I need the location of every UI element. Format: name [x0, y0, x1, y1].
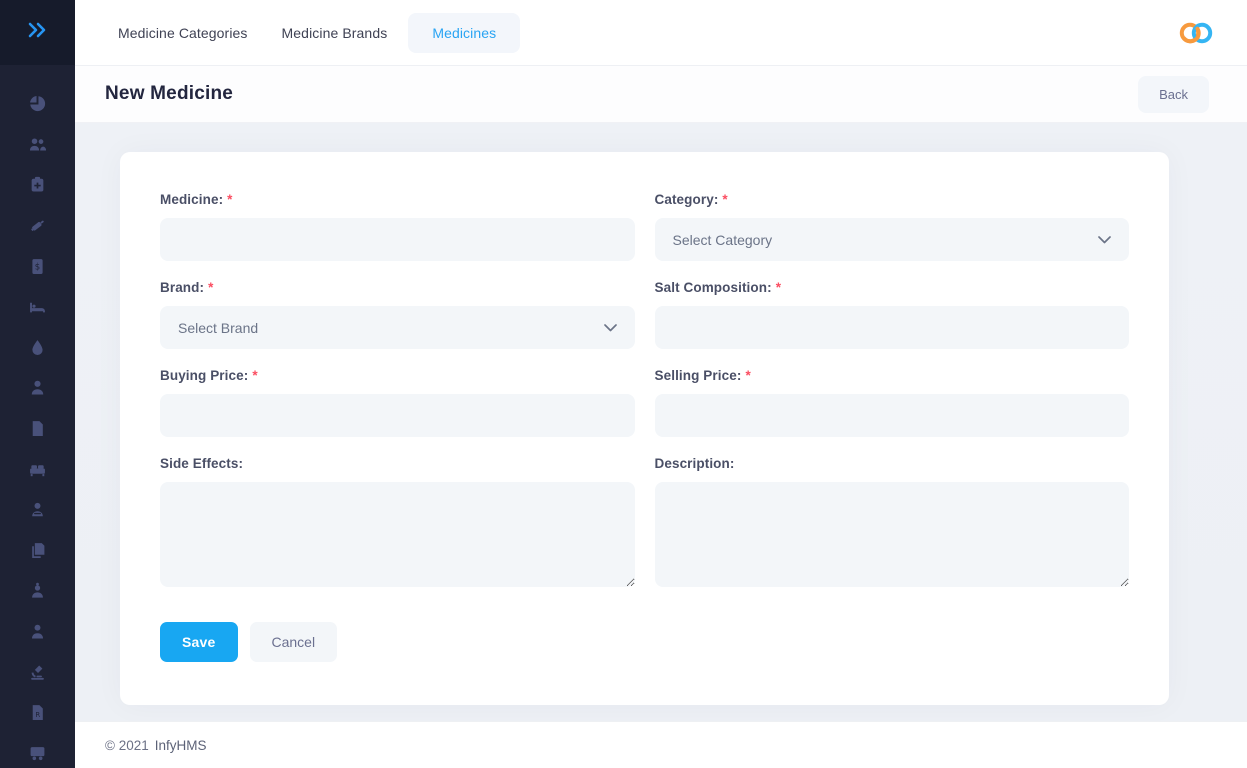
sidebar-item-pie-chart[interactable]	[0, 86, 75, 127]
field-selling-price: Selling Price:*	[655, 368, 1130, 437]
chevrons-right-icon	[27, 21, 49, 44]
category-label: Category:*	[655, 192, 1130, 207]
sidebar-item-medical-clipboard[interactable]	[0, 167, 75, 208]
sidebar-item-blood-drop[interactable]	[0, 330, 75, 371]
prescription-file-icon: R	[29, 704, 46, 726]
doctor-icon	[29, 582, 46, 604]
svg-text:$: $	[35, 262, 40, 272]
required-asterisk: *	[208, 280, 213, 295]
category-select[interactable]: Select Category	[655, 218, 1130, 261]
sidebar-item-doctor[interactable]	[0, 573, 75, 614]
beds-icon	[29, 461, 46, 483]
required-asterisk: *	[227, 192, 232, 207]
category-select-value: Select Category	[673, 232, 773, 248]
medical-clipboard-icon	[29, 176, 46, 198]
brand-select[interactable]: Select Brand	[160, 306, 635, 349]
user-glasses-icon	[29, 501, 46, 523]
blood-drop-icon	[29, 339, 46, 361]
medicine-label: Medicine:*	[160, 192, 635, 207]
ambulance-icon	[29, 745, 46, 767]
sidebar-item-document[interactable]	[0, 411, 75, 452]
sidebar-menu: $R	[0, 65, 75, 768]
buying-price-input[interactable]	[160, 394, 635, 437]
pie-chart-icon	[29, 95, 46, 117]
page-footer: © 2021 InfyHMS	[75, 721, 1247, 768]
side-effects-textarea[interactable]	[160, 482, 635, 587]
selling-price-input[interactable]	[655, 394, 1130, 437]
required-asterisk: *	[722, 192, 727, 207]
field-brand: Brand:* Select Brand	[160, 280, 635, 349]
syringe-icon	[29, 217, 46, 239]
module-tabs: Medicine Categories Medicine Brands Medi…	[105, 13, 520, 53]
infyom-logo[interactable]	[1175, 19, 1217, 47]
field-side-effects: Side Effects:	[160, 456, 635, 587]
field-medicine: Medicine:*	[160, 192, 635, 261]
brand-name: InfyHMS	[155, 738, 207, 753]
document-icon	[29, 420, 46, 442]
field-buying-price: Buying Price:*	[160, 368, 635, 437]
sidebar-item-prescription-file[interactable]: R	[0, 695, 75, 736]
medicine-input[interactable]	[160, 218, 635, 261]
sidebar-item-bill[interactable]: $	[0, 248, 75, 289]
app-window: $R Medicine Categories Medicine Brands M…	[0, 0, 1247, 768]
microscope-icon	[29, 664, 46, 686]
content-area: Medicine:* Category:* Select Category Br…	[75, 123, 1247, 721]
sidebar-item-ambulance[interactable]	[0, 736, 75, 768]
page-header: New Medicine Back	[75, 66, 1247, 123]
selling-price-label: Selling Price:*	[655, 368, 1130, 383]
buying-price-label: Buying Price:*	[160, 368, 635, 383]
bed-icon	[29, 298, 46, 320]
tab-medicine-categories[interactable]: Medicine Categories	[105, 14, 261, 52]
patient-icon	[29, 379, 46, 401]
sidebar-item-user[interactable]	[0, 614, 75, 655]
documents-icon	[29, 542, 46, 564]
brand-select-value: Select Brand	[178, 320, 258, 336]
sidebar-item-beds[interactable]	[0, 451, 75, 492]
back-button[interactable]: Back	[1138, 76, 1209, 113]
form-grid: Medicine:* Category:* Select Category Br…	[160, 192, 1129, 606]
tab-medicines[interactable]: Medicines	[408, 13, 520, 53]
salt-composition-label: Salt Composition:*	[655, 280, 1130, 295]
side-effects-label: Side Effects:	[160, 456, 635, 471]
sidebar: $R	[0, 0, 75, 768]
sidebar-item-syringe[interactable]	[0, 208, 75, 249]
field-salt-composition: Salt Composition:*	[655, 280, 1130, 349]
sidebar-item-microscope[interactable]	[0, 654, 75, 695]
sidebar-item-users[interactable]	[0, 127, 75, 168]
cancel-button[interactable]: Cancel	[250, 622, 338, 662]
form-actions: Save Cancel	[160, 622, 1129, 662]
required-asterisk: *	[776, 280, 781, 295]
svg-text:R: R	[35, 711, 40, 719]
page-title: New Medicine	[105, 83, 233, 105]
sidebar-item-documents[interactable]	[0, 533, 75, 574]
salt-composition-input[interactable]	[655, 306, 1130, 349]
sidebar-toggle-button[interactable]	[0, 0, 75, 65]
sidebar-item-bed[interactable]	[0, 289, 75, 330]
main-area: Medicine Categories Medicine Brands Medi…	[75, 0, 1247, 768]
required-asterisk: *	[745, 368, 750, 383]
required-asterisk: *	[252, 368, 257, 383]
chevron-down-icon	[604, 324, 617, 332]
new-medicine-form-card: Medicine:* Category:* Select Category Br…	[120, 152, 1169, 705]
tab-medicine-brands[interactable]: Medicine Brands	[269, 14, 401, 52]
field-description: Description:	[655, 456, 1130, 587]
sidebar-item-patient[interactable]	[0, 370, 75, 411]
copyright-text: © 2021	[105, 738, 149, 753]
field-category: Category:* Select Category	[655, 192, 1130, 261]
save-button[interactable]: Save	[160, 622, 238, 662]
top-navbar: Medicine Categories Medicine Brands Medi…	[75, 0, 1247, 66]
sidebar-item-user-glasses[interactable]	[0, 492, 75, 533]
description-label: Description:	[655, 456, 1130, 471]
user-icon	[29, 623, 46, 645]
users-icon	[29, 136, 46, 158]
bill-icon: $	[29, 258, 46, 280]
brand-label: Brand:*	[160, 280, 635, 295]
chevron-down-icon	[1098, 236, 1111, 244]
description-textarea[interactable]	[655, 482, 1130, 587]
